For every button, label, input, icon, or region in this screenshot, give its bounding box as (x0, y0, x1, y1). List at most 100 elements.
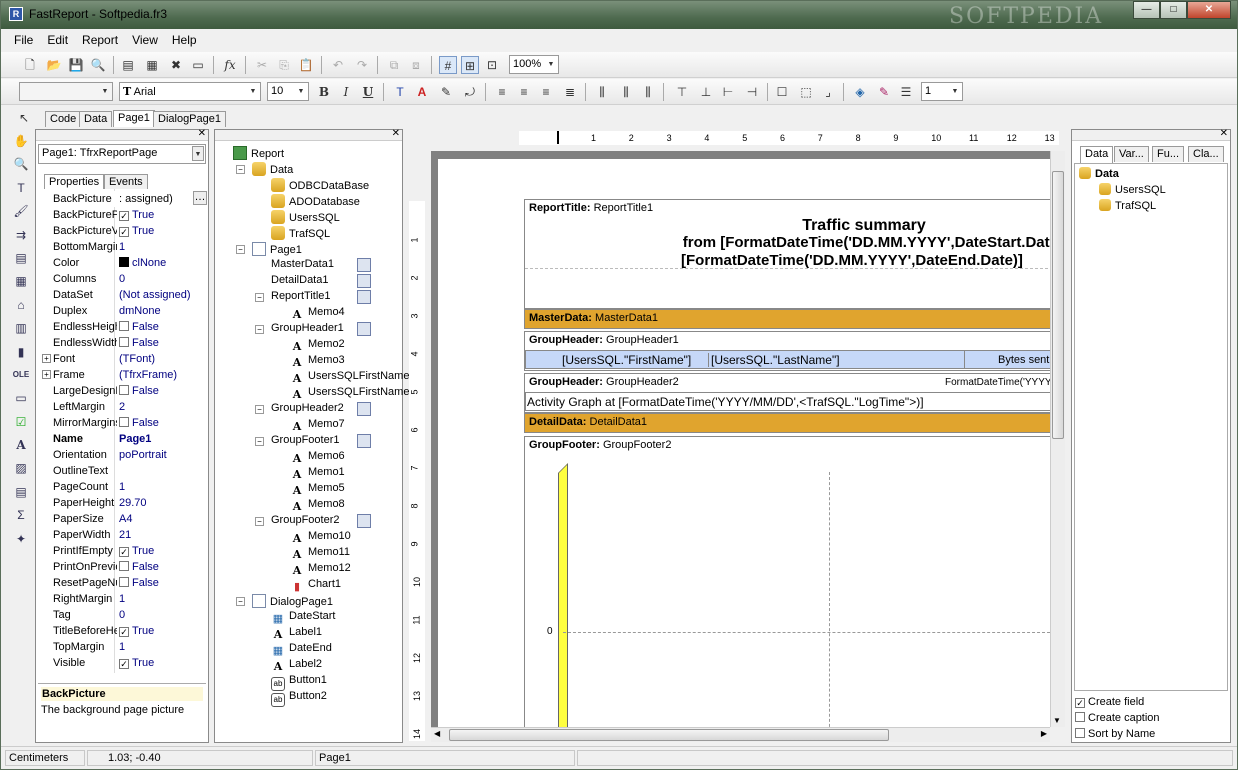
bold-icon[interactable]: B (315, 83, 333, 101)
tree-node[interactable]: GroupFooter2 (271, 514, 371, 528)
frame-color-icon[interactable]: ✎ (875, 83, 893, 101)
data-tree-root[interactable]: Data (1079, 167, 1119, 180)
property-row[interactable]: Duplex dmNone (39, 303, 207, 319)
tree-node[interactable]: A Memo5 (290, 482, 345, 498)
memo4-title[interactable]: Traffic summary (525, 217, 1050, 235)
groupfooter2-band[interactable]: GroupFooter: GroupFooter2 0 (524, 436, 1050, 727)
property-value[interactable]: False (119, 337, 159, 349)
cross-tab-icon[interactable]: ▥ (11, 318, 31, 338)
property-checkbox[interactable]: ✓ (119, 627, 129, 637)
fill-color-icon[interactable]: ◈ (851, 83, 869, 101)
property-row[interactable]: TopMargin 1 (39, 639, 207, 655)
property-value[interactable]: poPortrait (119, 449, 167, 461)
property-value[interactable]: 21 (119, 529, 131, 541)
minimize-button[interactable]: — (1133, 1, 1160, 19)
align-top-icon[interactable]: ⫼ (593, 83, 611, 101)
tree-node[interactable]: ReportTitle1 (271, 290, 371, 304)
copy-icon[interactable]: ⎘ (275, 56, 293, 74)
property-row[interactable]: Orientation poPortrait (39, 447, 207, 463)
page-settings-icon[interactable]: ▭ (189, 56, 207, 74)
property-row[interactable]: PrintOnPrevio False (39, 559, 207, 575)
rotate-text-icon[interactable]: ⤾ (461, 83, 479, 101)
property-value[interactable]: False (119, 417, 159, 429)
tab-data[interactable]: Data (79, 111, 113, 127)
bytes-sent-memo[interactable]: Bytes sent (964, 351, 1050, 368)
memo4-to[interactable]: [FormatDateTime('DD.MM.YYYY',DateEnd.Dat… (681, 252, 1023, 269)
chart-object-icon[interactable]: ▮ (11, 342, 31, 362)
property-row[interactable]: BackPictureVi ✓ True (39, 223, 207, 239)
tree-node[interactable]: Report (233, 146, 284, 160)
other-objects-icon[interactable]: ✦ (11, 529, 31, 549)
frame-left-icon[interactable]: ⊢ (719, 83, 737, 101)
property-row[interactable]: TitleBeforeHe ✓ True (39, 623, 207, 639)
tree-node[interactable]: TrafSQL (271, 226, 330, 240)
tree-node[interactable]: A Label2 (271, 658, 322, 674)
groupheader2-date-memo[interactable]: FormatDateTime('YYYY (945, 377, 1050, 388)
tree-node[interactable]: ADODatabase (271, 194, 360, 208)
group-icon[interactable]: ⧉ (385, 56, 403, 74)
horizontal-scrollbar[interactable]: ◀ ▶ (431, 727, 1050, 742)
undo-icon[interactable]: ↶ (329, 56, 347, 74)
property-value[interactable]: False (119, 561, 159, 573)
tree-node[interactable]: A Label1 (271, 626, 322, 642)
report-title-band[interactable]: ReportTitle: ReportTitle1 Traffic summar… (524, 199, 1050, 309)
create-caption-checkbox[interactable] (1075, 712, 1085, 722)
property-value[interactable]: dmNone (119, 305, 161, 317)
tab-dialogpage1[interactable]: DialogPage1 (153, 111, 226, 127)
tab-functions[interactable]: Fu... (1152, 146, 1185, 162)
property-row[interactable]: LargeDesignH False (39, 383, 207, 399)
property-value[interactable]: A4 (119, 513, 132, 525)
fit-to-grid-icon[interactable]: ⊡ (483, 56, 501, 74)
shadow-icon[interactable]: ⌟ (819, 83, 837, 101)
tree-toggle-icon[interactable]: − (255, 437, 264, 446)
property-row[interactable]: + Frame (TfrxFrame) (39, 367, 207, 383)
property-value[interactable]: 0 (119, 609, 125, 621)
tree-toggle-icon[interactable]: − (255, 293, 264, 302)
groupheader2-band[interactable]: GroupHeader: GroupHeader2 FormatDateTime… (524, 373, 1050, 413)
property-checkbox[interactable]: ✓ (119, 227, 129, 237)
frame-top-icon[interactable]: ⊤ (673, 83, 691, 101)
horizontal-scroll-thumb[interactable] (449, 729, 889, 741)
tab-code[interactable]: Code (45, 111, 82, 127)
menu-report[interactable]: Report (75, 30, 125, 50)
new-icon[interactable]: 🗋 (21, 56, 39, 74)
tab-data-tree[interactable]: Data (1080, 146, 1114, 163)
align-to-grid-icon[interactable]: ⊞ (461, 56, 479, 74)
tree-node[interactable]: A Memo4 (290, 306, 345, 322)
align-center-icon[interactable]: ≡ (515, 83, 533, 101)
property-row[interactable]: PrintIfEmpty ✓ True (39, 543, 207, 559)
property-value[interactable]: (Not assigned) (119, 289, 191, 301)
text-tool-icon[interactable]: T (11, 178, 31, 198)
tree-node[interactable]: ▦ DateStart (271, 610, 336, 626)
menu-edit[interactable]: Edit (40, 30, 75, 50)
property-checkbox[interactable] (119, 577, 129, 587)
property-value[interactable]: 1 (119, 641, 125, 653)
frame-all-icon[interactable]: ☐ (773, 83, 791, 101)
property-value[interactable]: : assigned)… (119, 191, 207, 205)
frame-right-icon[interactable]: ⊣ (743, 83, 761, 101)
tree-node[interactable]: A Memo10 (290, 530, 351, 546)
property-value[interactable]: ✓ True (119, 545, 154, 557)
paste-icon[interactable]: 📋 (297, 56, 315, 74)
align-justify-icon[interactable]: ≣ (561, 83, 579, 101)
preview-icon[interactable]: 🔍 (89, 56, 107, 74)
sort-by-name-checkbox[interactable] (1075, 728, 1085, 738)
tree-node[interactable]: A Memo3 (290, 354, 345, 370)
report-object-icon[interactable]: ▦ (11, 271, 31, 291)
property-value[interactable]: clNone (119, 257, 166, 269)
tree-node[interactable]: ODBCDataBase (271, 178, 369, 192)
property-row[interactable]: PageCount 1 (39, 479, 207, 495)
property-value[interactable]: False (119, 321, 159, 333)
hand-tool-icon[interactable]: ✋ (11, 131, 31, 151)
property-checkbox[interactable] (119, 321, 129, 331)
tree-node[interactable]: A Memo12 (290, 562, 351, 578)
property-row[interactable]: OutlineText (39, 463, 207, 479)
property-checkbox[interactable] (119, 417, 129, 427)
property-value[interactable]: 1 (119, 241, 125, 253)
property-row[interactable]: BackPicture: assigned)… (39, 191, 207, 207)
frame-width-combo[interactable]: 1 ▼ (921, 82, 963, 101)
tree-node[interactable]: ab Button1 (271, 674, 327, 691)
tree-toggle-icon[interactable]: − (236, 165, 245, 174)
picture-object-icon[interactable]: ▨ (11, 458, 31, 478)
property-row[interactable]: RightMargin 1 (39, 591, 207, 607)
